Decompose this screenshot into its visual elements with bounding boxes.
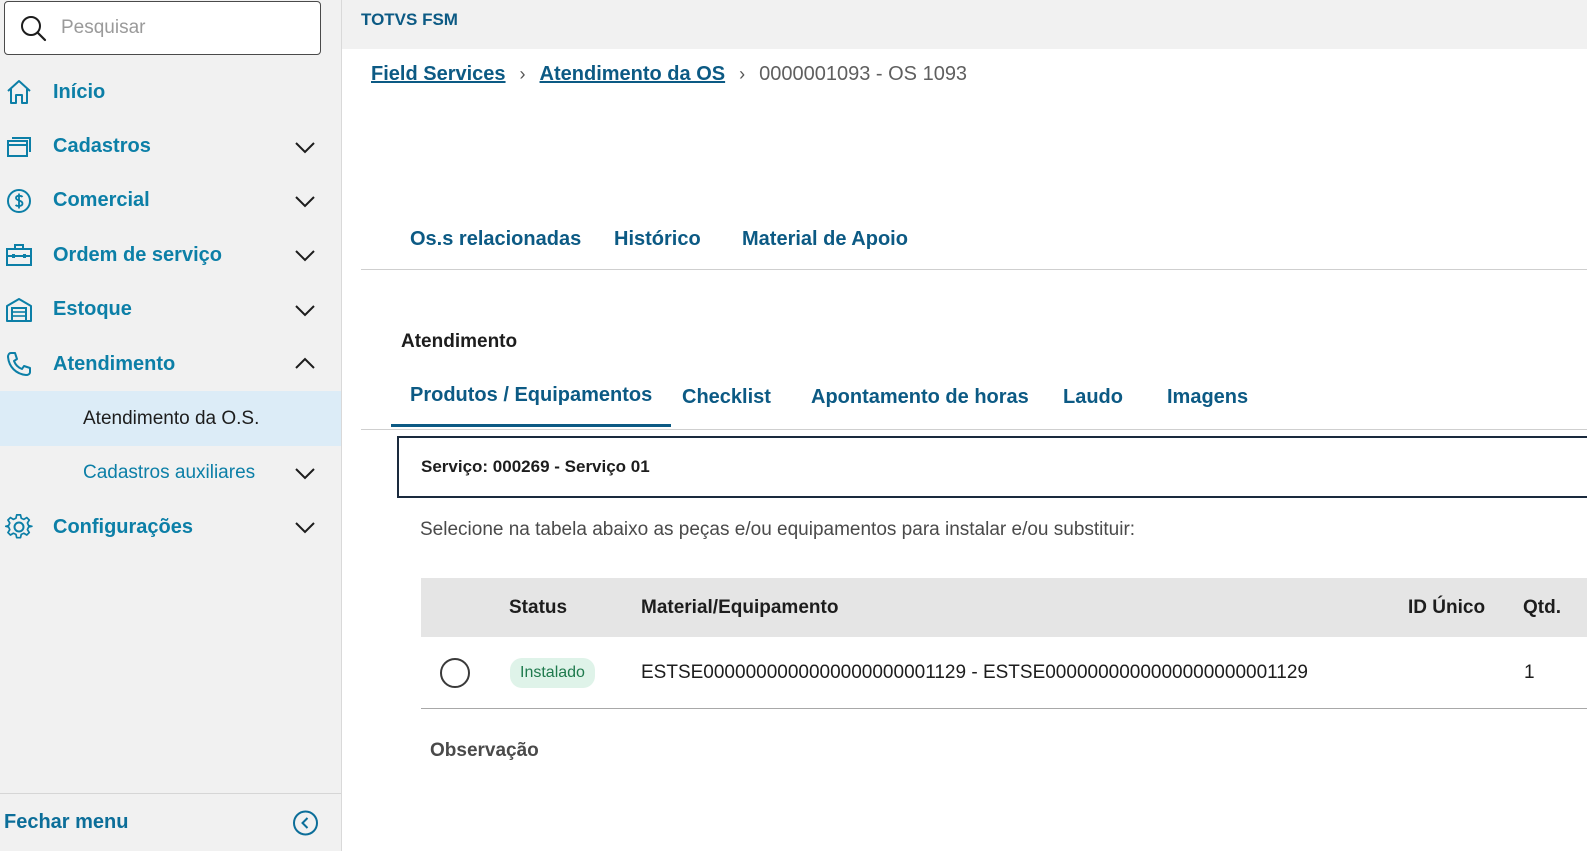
sidebar-item-configuracoes[interactable]: Configurações	[0, 500, 341, 554]
breadcrumb-separator-icon: ›	[519, 64, 526, 84]
sidebar-subitem-atendimento-da-os[interactable]: Atendimento da O.S.	[0, 391, 341, 446]
sidebar-item-label: Cadastros auxiliares	[83, 461, 256, 483]
sidebar-item-cadastros[interactable]: Cadastros	[0, 119, 341, 173]
breadcrumb-link-atendimento-da-os[interactable]: Atendimento da OS	[540, 63, 726, 86]
chevron-up-icon	[295, 357, 315, 369]
chevron-down-icon	[295, 305, 315, 317]
sidebar-item-label: Ordem de serviço	[53, 243, 222, 266]
breadcrumb-separator-icon: ›	[739, 64, 746, 84]
sidebar-item-label: Estoque	[53, 298, 132, 321]
breadcrumb-current: 0000001093 - OS 1093	[759, 63, 968, 85]
dollar-icon	[7, 188, 31, 213]
chevron-down-icon	[295, 250, 315, 262]
warehouse-icon	[6, 297, 32, 322]
materials-table: Status Material/Equipamento ID Único Qtd…	[421, 578, 1587, 709]
chevron-down-icon	[295, 196, 315, 208]
app-title: TOTVS FSM	[361, 10, 458, 29]
column-header-id-unico[interactable]: ID Único	[1408, 597, 1485, 619]
sidebar-item-label: Comercial	[53, 189, 150, 212]
tab-apontamento-de-horas[interactable]: Apontamento de horas	[811, 367, 1029, 427]
search-box[interactable]	[4, 1, 321, 55]
sidebar-item-label: Configurações	[53, 515, 194, 538]
close-menu-label: Fechar menu	[4, 811, 129, 833]
service-label: Serviço: 000269 - Serviço 01	[421, 457, 650, 476]
sidebar-item-inicio[interactable]: Início	[0, 65, 341, 119]
tab-laudo[interactable]: Laudo	[1063, 367, 1123, 427]
sidebar-item-label: Atendimento	[53, 352, 176, 375]
material-cell: ESTSE0000000000000000000001129 - ESTSE00…	[641, 661, 1309, 683]
tab-imagens[interactable]: Imagens	[1167, 367, 1248, 427]
chevron-down-icon	[295, 522, 315, 534]
breadcrumb-link-field-services[interactable]: Field Services	[371, 63, 506, 86]
breadcrumb: Field Services › Atendimento da OS › 000…	[371, 63, 967, 86]
service-select[interactable]: Serviço: 000269 - Serviço 01	[397, 436, 1587, 498]
top-bar: TOTVS FSM	[342, 0, 1587, 49]
chevron-down-icon	[295, 468, 315, 480]
sub-tabs: Produtos / Equipamentos Checklist Aponta…	[361, 367, 1587, 430]
column-header-qtd[interactable]: Qtd.	[1523, 597, 1561, 619]
cards-icon	[7, 136, 31, 157]
collapse-left-icon	[293, 810, 318, 835]
gear-icon	[5, 514, 33, 539]
tab-material-de-apoio[interactable]: Material de Apoio	[742, 210, 908, 268]
instruction-text: Selecione na tabela abaixo as peças e/ou…	[420, 519, 1136, 540]
status-badge: Instalado	[510, 657, 595, 688]
tab-checklist[interactable]: Checklist	[682, 367, 771, 427]
row-select-radio[interactable]	[440, 657, 470, 688]
sidebar-item-label: Atendimento da O.S.	[83, 407, 260, 429]
qtd-cell: 1	[1524, 661, 1535, 683]
phone-icon	[7, 352, 31, 377]
home-icon	[7, 80, 31, 105]
tab-produtos-equipamentos[interactable]: Produtos / Equipamentos	[391, 367, 672, 427]
search-input[interactable]	[61, 17, 301, 39]
tab-historico[interactable]: Histórico	[614, 210, 701, 268]
sidebar-item-comercial[interactable]: Comercial	[0, 174, 341, 228]
column-header-status[interactable]: Status	[509, 597, 567, 619]
sidebar-item-atendimento[interactable]: Atendimento	[0, 337, 341, 391]
sidebar-subitem-cadastros-auxiliares[interactable]: Cadastros auxiliares	[0, 446, 341, 500]
sidebar-item-ordem-de-servico[interactable]: Ordem de serviço	[0, 228, 341, 282]
chevron-down-icon	[295, 141, 315, 153]
sidebar-item-label: Cadastros	[53, 135, 151, 158]
close-menu-button[interactable]: Fechar menu	[0, 793, 341, 851]
briefcase-icon	[6, 244, 32, 267]
sidebar: Início Cadastros Comercial	[0, 0, 342, 851]
table-row[interactable]: Instalado ESTSE0000000000000000000001129…	[421, 637, 1587, 709]
top-tabs: Os.s relacionadas Histórico Material de …	[361, 210, 1587, 270]
sidebar-menu: Início Cadastros Comercial Ordem de serv…	[0, 65, 341, 555]
search-icon	[21, 16, 47, 42]
table-header: Status Material/Equipamento ID Único Qtd…	[421, 578, 1587, 637]
column-header-material[interactable]: Material/Equipamento	[641, 597, 838, 619]
tab-os-relacionadas[interactable]: Os.s relacionadas	[410, 210, 581, 268]
observation-label: Observação	[430, 740, 539, 761]
sidebar-item-estoque[interactable]: Estoque	[0, 283, 341, 337]
section-title: Atendimento	[401, 331, 518, 352]
sidebar-item-label: Início	[53, 80, 106, 103]
